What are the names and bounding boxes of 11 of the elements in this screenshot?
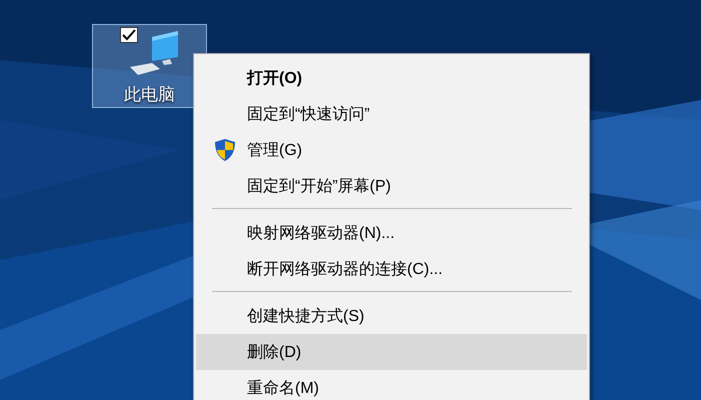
desktop-icon[interactable]: 此电脑: [92, 24, 207, 108]
checkbox[interactable]: [120, 27, 138, 43]
shield-icon: [214, 138, 236, 162]
menu-item[interactable]: 重命名(M): [196, 370, 587, 400]
menu-item[interactable]: 创建快捷方式(S): [196, 298, 587, 334]
menu-item[interactable]: 管理(G): [196, 132, 587, 168]
icon-label: 此电脑: [124, 84, 175, 106]
menu-item[interactable]: 固定到“开始”屏幕(P): [196, 168, 587, 204]
menu-item[interactable]: 断开网络驱动器的连接(C)...: [196, 251, 587, 287]
menu-item[interactable]: 映射网络驱动器(N)...: [196, 215, 587, 251]
menu-item[interactable]: 删除(D): [196, 334, 587, 370]
